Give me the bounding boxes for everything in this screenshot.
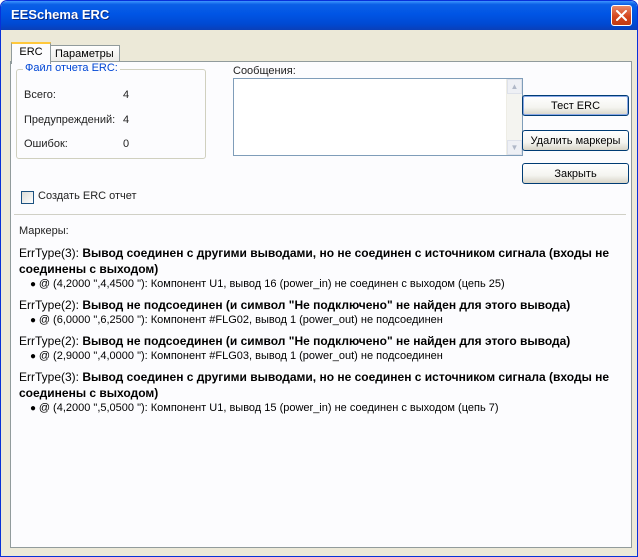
close-dialog-button[interactable]: Закрыть: [522, 163, 629, 184]
bullet-icon: ●: [30, 315, 39, 326]
marker-detail-text: @ (4,2000 ",4,4500 "): Компонент U1, выв…: [38, 278, 505, 290]
marker-detail: ● @ (4,2000 ",4,4500 "): Компонент U1, в…: [19, 277, 627, 292]
marker-heading: ErrType(3): Вывод соединен с другими выв…: [19, 245, 627, 277]
marker-detail-text: @ (6,0000 ",6,2500 "): Компонент #FLG02,…: [38, 314, 443, 326]
scroll-up-icon[interactable]: ▲: [507, 79, 522, 94]
total-label: Всего:: [24, 89, 56, 101]
messages-label: Сообщения:: [233, 65, 296, 77]
marker-detail-text: @ (4,2000 ",5,0500 "): Компонент U1, выв…: [38, 402, 499, 414]
marker-detail: ● @ (2,9000 ",4,0000 "): Компонент #FLG0…: [19, 349, 627, 364]
scroll-down-icon[interactable]: ▼: [507, 140, 522, 155]
dialog-body: ERC Параметры Файл отчета ERC: Всего: 4 …: [4, 30, 634, 553]
marker-message: Вывод не подсоединен (и символ "Не подкл…: [82, 334, 571, 348]
bullet-icon: ●: [30, 351, 39, 362]
bullet-icon: ●: [30, 279, 39, 290]
markers-label: Маркеры:: [19, 225, 69, 237]
title-bar[interactable]: EESchema ERC: [1, 1, 637, 30]
tab-erc[interactable]: ERC: [11, 42, 51, 64]
test-erc-button[interactable]: Тест ERC: [522, 95, 629, 116]
report-file-group: Файл отчета ERC: Всего: 4 Предупреждений…: [16, 62, 206, 159]
marker-item[interactable]: ErrType(2): Вывод не подсоединен (и симв…: [19, 297, 627, 328]
marker-type: ErrType(3):: [19, 246, 83, 260]
create-report-label: Создать ERC отчет: [38, 190, 137, 202]
warnings-value: 4: [123, 114, 130, 126]
marker-type: ErrType(3):: [19, 370, 83, 384]
total-value: 4: [123, 89, 130, 101]
delete-markers-button[interactable]: Удалить маркеры: [522, 130, 629, 151]
marker-type: ErrType(2):: [19, 334, 83, 348]
bullet-icon: ●: [30, 403, 39, 414]
separator: [14, 214, 626, 215]
marker-type: ErrType(2):: [19, 298, 83, 312]
tab-parameters[interactable]: Параметры: [49, 45, 120, 62]
marker-item[interactable]: ErrType(3): Вывод соединен с другими выв…: [19, 245, 627, 292]
warnings-label: Предупреждений:: [24, 114, 116, 126]
marker-message: Вывод соединен с другими выводами, но не…: [19, 370, 610, 400]
messages-textarea[interactable]: ▲ ▼: [233, 78, 523, 156]
marker-message: Вывод не подсоединен (и символ "Не подкл…: [82, 298, 571, 312]
messages-scrollbar[interactable]: ▲ ▼: [506, 79, 522, 155]
marker-heading: ErrType(2): Вывод не подсоединен (и симв…: [19, 333, 627, 349]
erc-tab-panel: Файл отчета ERC: Всего: 4 Предупреждений…: [10, 61, 632, 548]
marker-item[interactable]: ErrType(3): Вывод соединен с другими выв…: [19, 369, 627, 416]
close-button[interactable]: [611, 5, 632, 26]
errors-label: Ошибок:: [24, 138, 68, 150]
errors-value: 0: [123, 138, 130, 150]
marker-item[interactable]: ErrType(2): Вывод не подсоединен (и симв…: [19, 333, 627, 364]
erc-dialog-window: EESchema ERC ERC Параметры Файл отчета E…: [0, 0, 638, 557]
marker-detail-text: @ (2,9000 ",4,0000 "): Компонент #FLG03,…: [38, 350, 443, 362]
marker-detail: ● @ (4,2000 ",5,0500 "): Компонент U1, в…: [19, 401, 627, 416]
markers-list: ErrType(3): Вывод соединен с другими выв…: [19, 245, 627, 421]
create-report-checkbox[interactable]: [21, 191, 34, 204]
marker-heading: ErrType(3): Вывод соединен с другими выв…: [19, 369, 627, 401]
window-title: EESchema ERC: [11, 7, 110, 22]
marker-message: Вывод соединен с другими выводами, но не…: [19, 246, 610, 276]
close-x-icon: [616, 10, 627, 21]
marker-heading: ErrType(2): Вывод не подсоединен (и симв…: [19, 297, 627, 313]
marker-detail: ● @ (6,0000 ",6,2500 "): Компонент #FLG0…: [19, 313, 627, 328]
